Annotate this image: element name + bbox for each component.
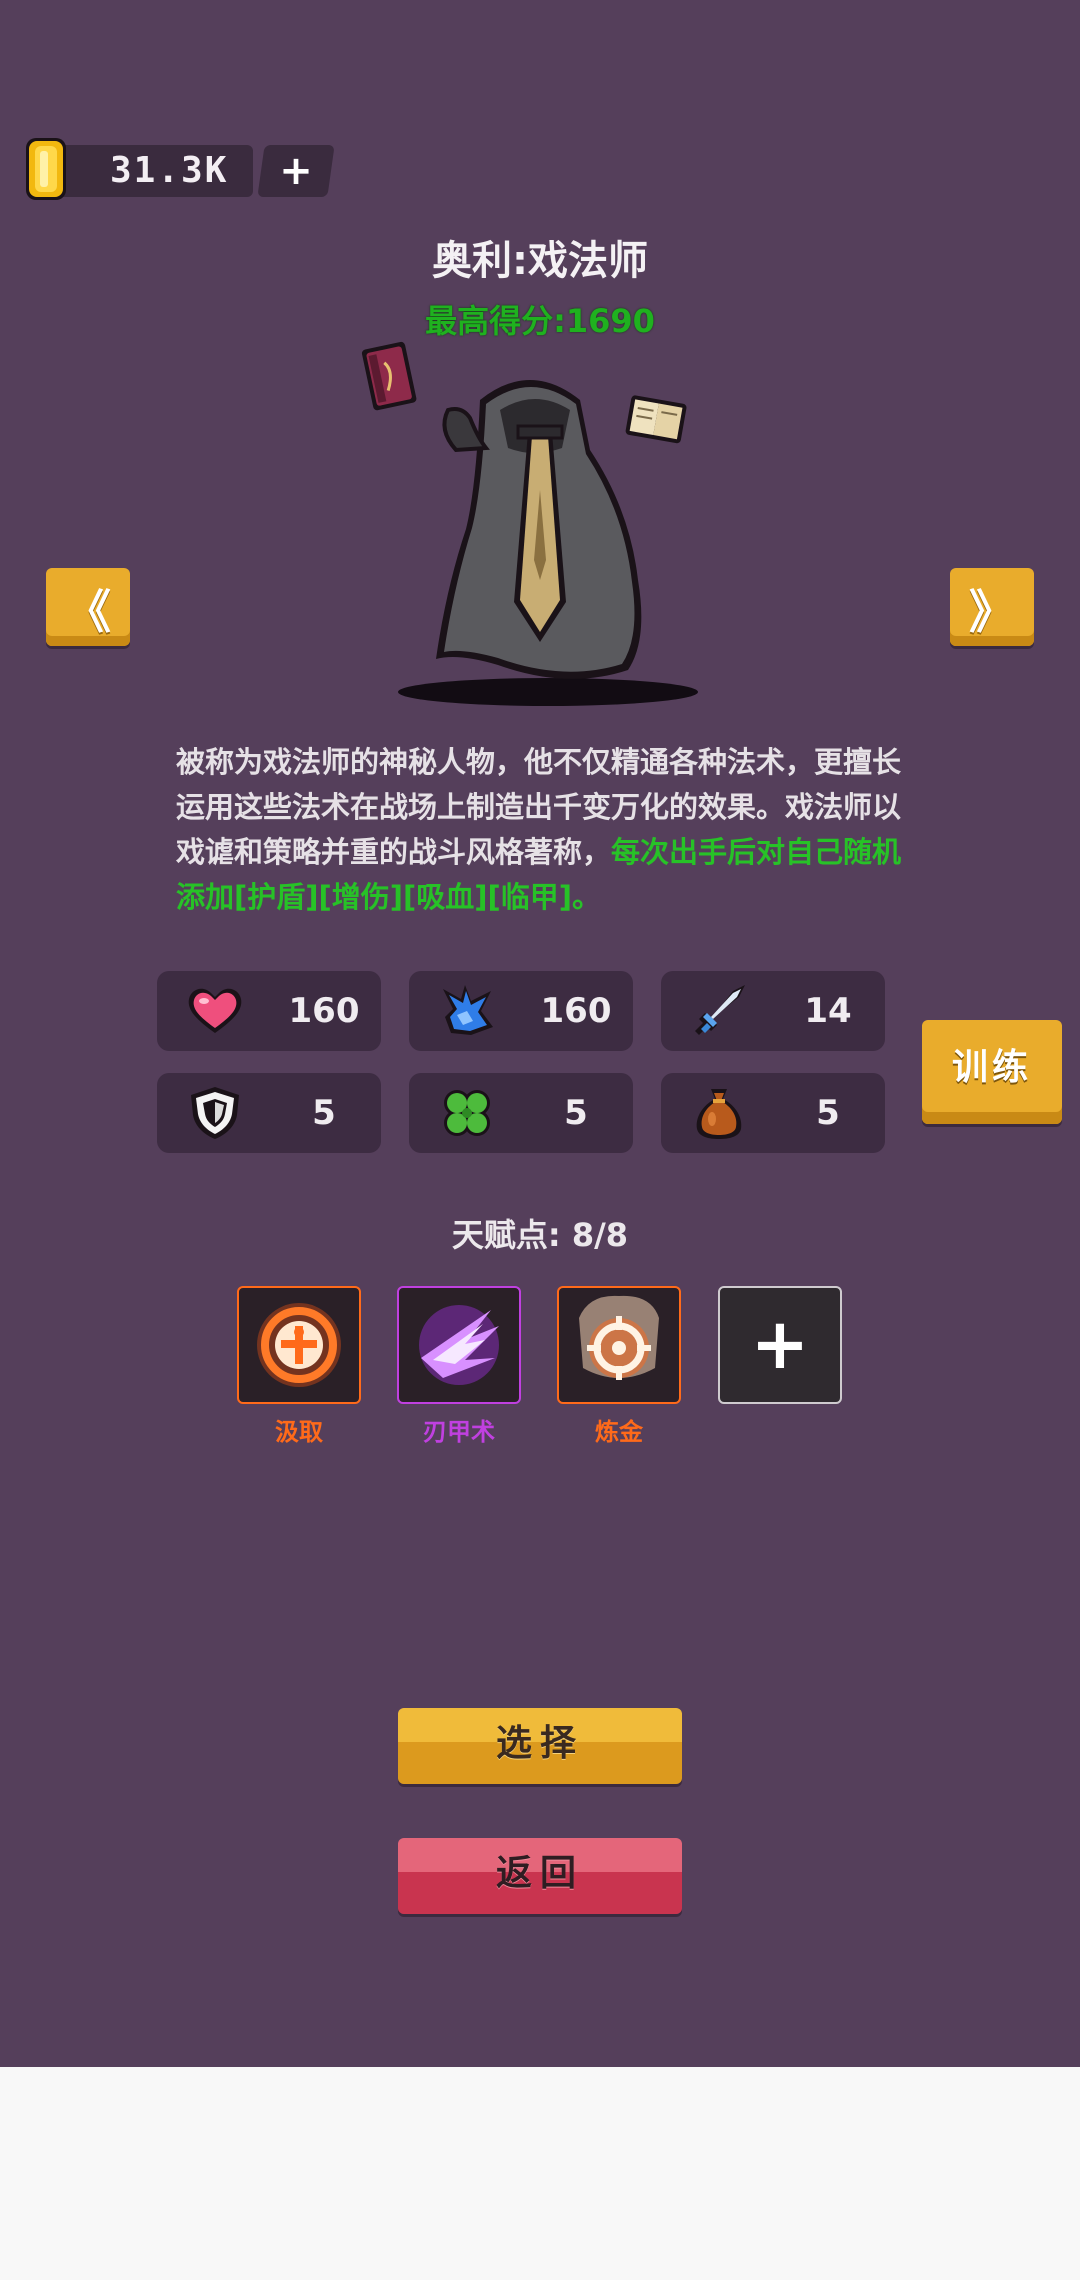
character-description: 被称为戏法师的神秘人物，他不仅精通各种法术，更擅长运用这些法术在战场上制造出千变… [176,740,916,920]
stat-health: 160 [157,971,381,1051]
plus-icon: + [279,148,313,194]
mana-splash-icon [443,985,493,1035]
stat-value: 160 [288,991,360,1031]
talent-label: 汲取 [275,1418,323,1446]
stat-value: 14 [804,991,852,1031]
train-label: 训练 [951,1047,1032,1088]
stat-value: 5 [312,1093,336,1133]
coin-icon [26,138,66,200]
heart-icon [188,988,242,1033]
money-bag-icon [696,1089,742,1139]
talent-slot-blade-armor[interactable] [397,1286,521,1404]
talent-slot-drain[interactable] [237,1286,361,1404]
talent-label: 刃甲术 [423,1418,495,1446]
alchemy-target-icon [579,1295,659,1380]
blade-armor-icon [419,1305,499,1385]
plus-icon: + [750,1303,810,1385]
stat-gold-gain: 5 [661,1073,885,1153]
coin-amount: 31.3K [110,150,229,191]
stat-value: 160 [540,991,612,1031]
best-score: 最高得分:1690 [425,302,655,340]
stat-defense: 5 [157,1073,381,1153]
shield-icon [191,1087,239,1139]
clover-icon [444,1090,490,1136]
previous-character-button[interactable]: 《 [46,568,130,646]
chevron-right-icon: 》 [969,585,1015,639]
back-button[interactable]: 返回 [398,1838,682,1914]
select-button[interactable]: 选择 [398,1708,682,1784]
stat-value: 5 [816,1093,840,1133]
game-screen: 31.3K + 奥利:戏法师 最高得分:1690 《 》 被称为戏法师的神秘人物… [0,0,1080,2067]
back-label: 返回 [495,1853,584,1894]
character-portrait [361,341,698,706]
add-coins-button[interactable]: + [257,145,335,197]
drain-icon [257,1303,341,1387]
chevron-left-icon: 《 [65,585,111,639]
stat-luck: 5 [409,1073,633,1153]
system-navigation-area [0,2067,1080,2280]
train-button[interactable]: 训练 [922,1020,1062,1124]
stat-mana: 160 [409,971,633,1051]
stat-attack: 14 [661,971,885,1051]
character-title: 奥利:戏法师 [432,238,648,284]
talent-points: 天赋点: 8/8 [451,1216,629,1254]
stat-value: 5 [564,1093,588,1133]
add-talent-button[interactable]: + [718,1286,842,1404]
sword-icon [695,985,745,1035]
select-label: 选择 [495,1723,584,1764]
talent-label: 炼金 [595,1418,643,1446]
next-character-button[interactable]: 》 [950,568,1034,646]
talent-slot-alchemy[interactable] [557,1286,681,1404]
